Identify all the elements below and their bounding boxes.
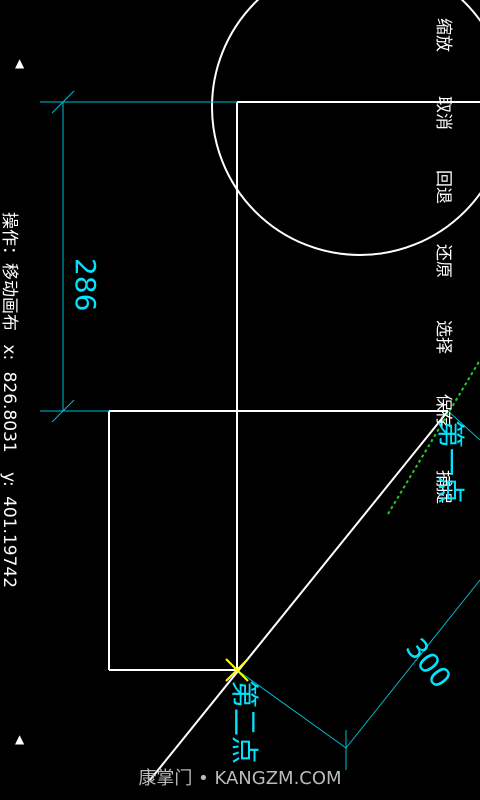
second-point-label: 第二点 bbox=[228, 680, 261, 765]
scroll-down-arrow-icon[interactable]: ▲ bbox=[15, 732, 24, 746]
operation-label: 操作：移动画布 bbox=[0, 212, 19, 331]
y-value: 401.19742 bbox=[0, 496, 19, 589]
dimension-286-label: 286 bbox=[69, 258, 102, 312]
y-label: y: bbox=[0, 472, 19, 487]
menu-redo[interactable]: 还原 bbox=[433, 244, 458, 278]
menu-cancel[interactable]: 取消 bbox=[433, 96, 458, 130]
x-label: x: bbox=[0, 344, 19, 361]
x-value: 826.8031 bbox=[0, 371, 19, 453]
watermark-text: 康掌门 • KANGZM.COM bbox=[138, 768, 342, 789]
menu-undo[interactable]: 回退 bbox=[433, 170, 458, 204]
scroll-up-arrow-icon[interactable]: ▲ bbox=[15, 56, 24, 70]
menu-zoom[interactable]: 缩放 bbox=[433, 18, 458, 52]
first-point-label: 第一点 bbox=[434, 420, 467, 505]
menu-select[interactable]: 选择 bbox=[433, 320, 458, 354]
status-line: 操作：移动画布 x: 826.8031 y: 401.19742 bbox=[0, 212, 24, 588]
diagonal-line bbox=[149, 410, 449, 781]
